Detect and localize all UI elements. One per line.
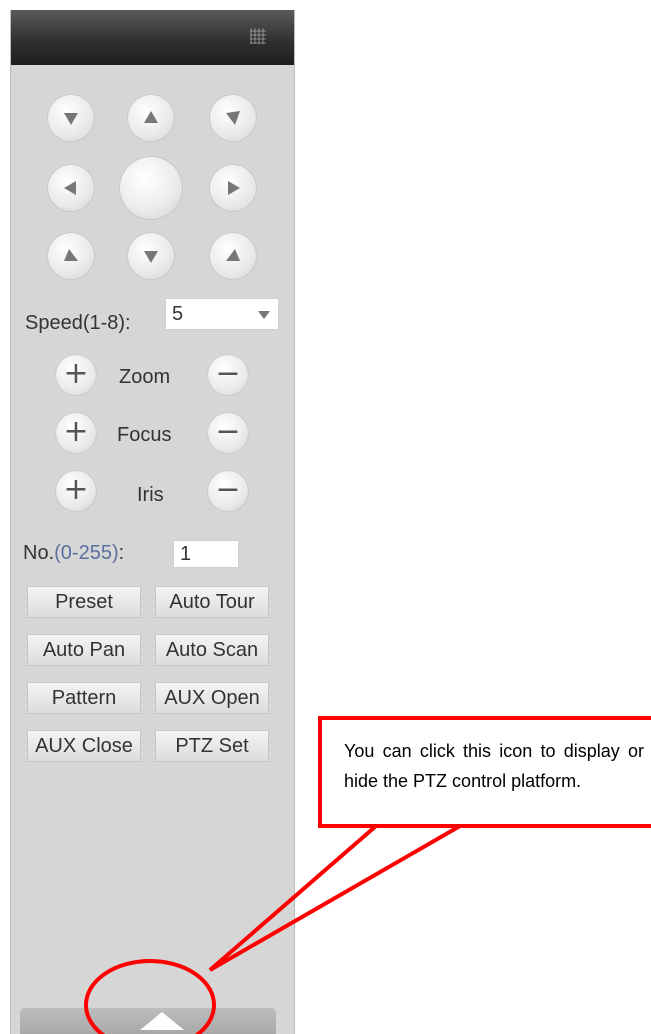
plus-icon: + (63, 356, 89, 391)
ptz-center-button[interactable] (119, 156, 183, 220)
zoom-label: Zoom (119, 366, 171, 388)
zoom-in-button[interactable]: + (55, 354, 97, 396)
pan-left-button[interactable] (47, 164, 95, 212)
minus-icon: − (215, 472, 241, 507)
minus-icon: − (215, 356, 241, 391)
focus-near-button[interactable]: + (55, 412, 97, 454)
pan-up-button[interactable] (127, 94, 175, 142)
speed-select[interactable]: 5 (165, 298, 279, 330)
ptz-control-panel: Speed(1-8): 5 + Zoom − + Focus − + Iris … (10, 10, 295, 1034)
aux-open-button[interactable]: AUX Open (155, 682, 269, 714)
pan-right-button[interactable] (209, 164, 257, 212)
iris-open-button[interactable]: + (55, 470, 97, 512)
auto-pan-button[interactable]: Auto Pan (27, 634, 141, 666)
plus-icon: + (63, 414, 89, 449)
focus-far-button[interactable]: − (207, 412, 249, 454)
preset-number-label: No.(0-255): (23, 542, 124, 565)
arrow-down-left-icon (64, 249, 78, 261)
ptz-set-button[interactable]: PTZ Set (155, 730, 269, 762)
arrow-left-icon (64, 181, 76, 195)
arrow-down-icon (144, 251, 158, 263)
panel-header (11, 10, 294, 65)
plus-icon: + (63, 472, 89, 507)
iris-close-button[interactable]: − (207, 470, 249, 512)
speed-value: 5 (172, 303, 184, 325)
iris-label: Iris (137, 484, 164, 506)
zoom-out-button[interactable]: − (207, 354, 249, 396)
callout-text: You can click this icon to display or hi… (344, 741, 644, 791)
focus-label: Focus (117, 424, 172, 446)
minus-icon: − (215, 414, 241, 449)
auto-tour-button[interactable]: Auto Tour (155, 586, 269, 618)
callout-box: You can click this icon to display or hi… (318, 716, 651, 828)
speed-label: Speed(1-8): (25, 312, 131, 334)
preset-number-input[interactable]: 1 (173, 540, 239, 568)
ptz-panel-toggle-tab[interactable] (20, 1008, 276, 1034)
preset-number-value: 1 (180, 543, 192, 565)
arrow-down-right-icon (226, 249, 240, 261)
pan-up-right-button[interactable] (209, 94, 257, 142)
pan-down-button[interactable] (127, 232, 175, 280)
arrow-right-icon (228, 181, 240, 195)
arrow-up-right-icon (226, 111, 240, 125)
preset-button[interactable]: Preset (27, 586, 141, 618)
grip-icon[interactable] (250, 28, 266, 44)
pan-up-left-button[interactable] (47, 94, 95, 142)
arrow-up-icon (144, 111, 158, 123)
preset-number-label-prefix: No. (23, 542, 55, 564)
preset-number-label-range: (0-255) (54, 542, 119, 564)
arrow-up-icon (140, 1012, 184, 1030)
pan-down-left-button[interactable] (47, 232, 95, 280)
chevron-down-icon (258, 311, 270, 319)
auto-scan-button[interactable]: Auto Scan (155, 634, 269, 666)
arrow-up-left-icon (64, 113, 78, 125)
pattern-button[interactable]: Pattern (27, 682, 141, 714)
aux-close-button[interactable]: AUX Close (27, 730, 141, 762)
preset-number-label-suffix: : (118, 542, 125, 564)
pan-down-right-button[interactable] (209, 232, 257, 280)
